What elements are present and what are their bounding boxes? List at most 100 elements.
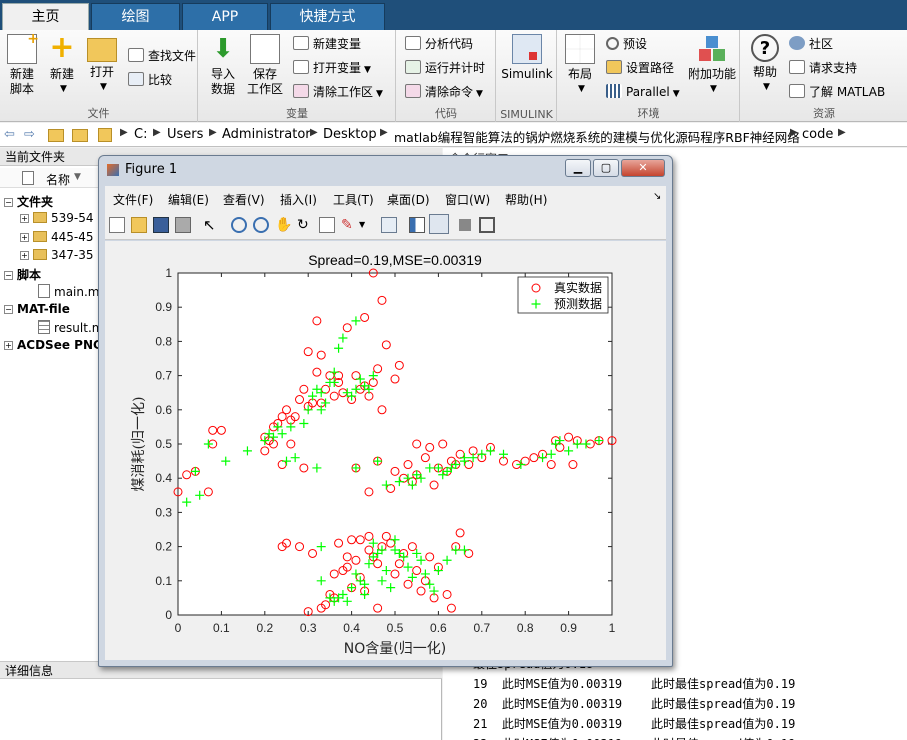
list-item[interactable]: result.m bbox=[38, 320, 103, 335]
figure-titlebar[interactable]: Figure 1 ▁ ▢ ✕ bbox=[99, 156, 672, 184]
x-tick-label: 0.1 bbox=[213, 621, 230, 635]
pan-hand-icon[interactable]: ✋ bbox=[275, 217, 292, 233]
save-icon[interactable] bbox=[153, 217, 169, 233]
section-variable-label: 变量 bbox=[286, 107, 308, 120]
menu-insert[interactable]: 插入(I) bbox=[280, 191, 317, 208]
set-path-button[interactable]: 设置路径 bbox=[606, 58, 674, 78]
zoom-in-icon[interactable] bbox=[231, 217, 247, 233]
addons-label: 附加功能 bbox=[687, 67, 736, 81]
brush-dropdown-icon[interactable]: ▼ bbox=[359, 217, 375, 233]
request-support-label: 请求支持 bbox=[809, 61, 858, 75]
data-cursor-icon[interactable] bbox=[319, 217, 335, 233]
x-tick-label: 0.8 bbox=[517, 621, 534, 635]
list-item[interactable]: +347-35 bbox=[20, 248, 94, 262]
link-plot-icon[interactable] bbox=[381, 217, 397, 233]
minimize-button[interactable]: ▁ bbox=[565, 159, 591, 177]
print-icon[interactable] bbox=[175, 217, 191, 233]
layout-icon bbox=[565, 34, 595, 64]
tab-shortcuts[interactable]: 快捷方式 bbox=[270, 3, 385, 30]
menu-window[interactable]: 窗口(W) bbox=[445, 191, 490, 208]
tree-section-script[interactable]: − 脚本 bbox=[4, 266, 41, 283]
legend-icon[interactable] bbox=[429, 214, 449, 234]
crumb-users[interactable]: Users bbox=[167, 127, 203, 142]
y-tick-label: 1 bbox=[165, 266, 172, 280]
open-file-icon[interactable] bbox=[131, 217, 147, 233]
legend-label: 真实数据 bbox=[554, 280, 602, 295]
cmd-output-line: 20 此时MSE值为0.00319 此时最佳spread值为0.19 bbox=[473, 697, 796, 711]
section-simulink-label: SIMULINK bbox=[500, 108, 553, 121]
x-tick-label: 0.2 bbox=[256, 621, 273, 635]
layout-button[interactable]: 布局 ▼ bbox=[562, 34, 598, 97]
show-plot-tools-icon[interactable] bbox=[479, 217, 495, 233]
section-variable: ⬇ 导入 数据 保存 工作区 新建变量 打开变量 ▼ 清除工作区 ▼ 变量 bbox=[199, 30, 396, 122]
colorbar-icon[interactable] bbox=[409, 217, 425, 233]
menu-view[interactable]: 查看(V) bbox=[223, 191, 265, 208]
menu-edit[interactable]: 编辑(E) bbox=[168, 191, 209, 208]
path-separator-icon: ▶ bbox=[838, 127, 846, 138]
menu-help[interactable]: 帮助(H) bbox=[505, 191, 547, 208]
crumb-drive[interactable]: C: bbox=[134, 127, 147, 142]
tree-section-folder[interactable]: − 文件夹 bbox=[4, 193, 53, 210]
menu-file[interactable]: 文件(F) bbox=[113, 191, 153, 208]
menu-desktop[interactable]: 桌面(D) bbox=[387, 191, 430, 208]
brush-icon[interactable]: ✎ bbox=[341, 217, 357, 233]
learn-matlab-button[interactable]: 了解 MATLAB bbox=[789, 82, 885, 102]
new-variable-icon bbox=[293, 36, 309, 50]
rotate-3d-icon[interactable]: ↻ bbox=[297, 217, 313, 233]
simulink-button[interactable]: Simulink bbox=[501, 34, 553, 82]
tab-apps[interactable]: APP bbox=[182, 3, 268, 30]
zoom-out-icon[interactable] bbox=[253, 217, 269, 233]
clear-commands-label: 清除命令 bbox=[425, 85, 474, 99]
section-file-label: 文件 bbox=[87, 107, 110, 120]
tree-section-mat[interactable]: − MAT-file bbox=[4, 302, 70, 316]
tab-plots[interactable]: 绘图 bbox=[91, 3, 180, 30]
tab-home[interactable]: 主页 bbox=[2, 3, 89, 31]
run-and-time-button[interactable]: 运行并计时 bbox=[405, 58, 485, 78]
y-tick-label: 0.4 bbox=[155, 471, 172, 485]
crumb-code[interactable]: code bbox=[802, 127, 833, 142]
figure-window: Figure 1 ▁ ▢ ✕ 文件(F) 编辑(E) 查看(V) 插入(I) 工… bbox=[98, 155, 673, 667]
name-column-header[interactable]: 名称 bbox=[46, 171, 70, 188]
menu-tools[interactable]: 工具(T) bbox=[333, 191, 374, 208]
forward-arrow-icon[interactable]: ⇨ bbox=[24, 127, 35, 142]
hide-plot-tools-icon[interactable] bbox=[459, 219, 471, 231]
parallel-button[interactable]: Parallel ▼ bbox=[606, 82, 680, 102]
crumb-desktop[interactable]: Desktop bbox=[323, 127, 377, 142]
find-files-button[interactable]: 查找文件 bbox=[128, 46, 196, 66]
section-resources: ? 帮助 ▼ 社区 请求支持 了解 MATLAB 资源 bbox=[741, 30, 907, 122]
pointer-icon[interactable]: ↖ bbox=[203, 217, 219, 233]
compare-button[interactable]: 比较 bbox=[128, 70, 172, 90]
addons-button[interactable]: 附加功能 ▼ bbox=[686, 34, 738, 97]
browse-folder-icon[interactable] bbox=[72, 129, 88, 142]
section-simulink: Simulink SIMULINK bbox=[497, 30, 557, 122]
crumb-administrator[interactable]: Administrator bbox=[222, 127, 311, 142]
clear-commands-button[interactable]: 清除命令 ▼ bbox=[405, 82, 483, 102]
tree-section-acdsee[interactable]: + ACDSee PNG bbox=[4, 338, 103, 352]
open-button[interactable]: 打开 ▼ bbox=[84, 34, 120, 95]
help-button[interactable]: ? 帮助 ▼ bbox=[745, 34, 785, 95]
close-button[interactable]: ✕ bbox=[621, 159, 665, 177]
new-script-button[interactable]: + 新建 脚本 bbox=[4, 32, 40, 97]
list-item[interactable]: main.m bbox=[38, 284, 100, 299]
list-item[interactable]: +539-54 bbox=[20, 211, 94, 225]
back-arrow-icon[interactable]: ⇦ bbox=[4, 127, 15, 142]
request-support-button[interactable]: 请求支持 bbox=[789, 58, 857, 78]
new-figure-icon[interactable] bbox=[109, 217, 125, 233]
import-data-button[interactable]: ⬇ 导入 数据 bbox=[205, 34, 241, 97]
list-item[interactable]: +445-45 bbox=[20, 230, 94, 244]
new-button[interactable]: + 新建 ▼ bbox=[44, 33, 80, 97]
preferences-button[interactable]: 预设 bbox=[606, 34, 647, 54]
menubar-overflow-icon[interactable]: ↘ bbox=[653, 191, 661, 202]
open-variable-button[interactable]: 打开变量 ▼ bbox=[293, 58, 371, 78]
y-tick-label: 0.2 bbox=[155, 540, 172, 554]
analyze-code-button[interactable]: 分析代码 bbox=[405, 34, 473, 54]
scatter-plot[interactable]: 0 0.1 0.2 0.3 0.4 0.5 0.6 0.7 0.8 0.9 1 0 0.1 0.2 0.3 0… bbox=[105, 241, 666, 660]
up-folder-icon[interactable] bbox=[48, 129, 64, 142]
save-workspace-button[interactable]: 保存 工作区 bbox=[245, 34, 285, 97]
clear-workspace-button[interactable]: 清除工作区 ▼ bbox=[293, 82, 383, 102]
folder-name: 539-54 bbox=[51, 211, 94, 225]
new-variable-button[interactable]: 新建变量 bbox=[293, 34, 361, 54]
maximize-button[interactable]: ▢ bbox=[593, 159, 619, 177]
community-button[interactable]: 社区 bbox=[789, 34, 833, 54]
crumb-project[interactable]: matlab编程智能算法的锅炉燃烧系统的建模与优化源码程序RBF神经网络 bbox=[394, 127, 800, 146]
